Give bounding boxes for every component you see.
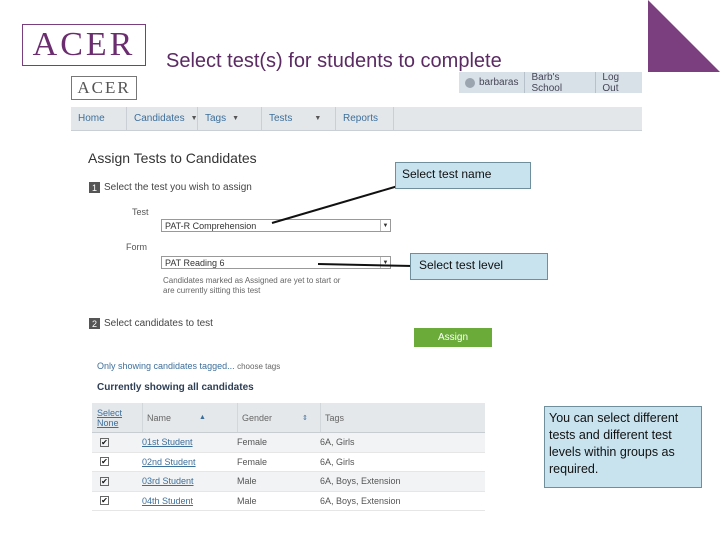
tags-column-header[interactable]: Tags (320, 403, 485, 432)
slide-title: Select test(s) for students to complete (166, 50, 502, 72)
dropdown-arrow-icon: ▼ (380, 257, 390, 268)
nav-tests[interactable]: Tests ▼ (262, 107, 336, 130)
school-link[interactable]: Barb's School (525, 72, 597, 94)
step-2-heading: 2 Select candidates to test (89, 318, 213, 329)
assign-button[interactable]: Assign (414, 328, 492, 347)
arrow-test-name (271, 185, 399, 224)
dropdown-arrow-icon: ▼ (380, 220, 390, 231)
showing-status: Currently showing all candidates (97, 382, 254, 393)
gender-cell: Female (237, 437, 268, 448)
acer-logo: ACER (22, 24, 146, 66)
nav-tags[interactable]: Tags ▼ (198, 107, 262, 130)
choose-tags-link[interactable]: choose tags (237, 362, 280, 371)
candidates-table: Select None Name ▲ Gender ⇕ Tags ✔ 01st … (92, 403, 485, 511)
callout-test-name: Select test name (395, 162, 531, 189)
tags-cell: 6A, Girls (320, 456, 355, 467)
row-checkbox[interactable]: ✔ (100, 496, 109, 506)
student-name-link[interactable]: 01st Student (142, 437, 193, 447)
form-note: Candidates marked as Assigned are yet to… (163, 276, 341, 295)
tags-cell: 6A, Boys, Extension (320, 495, 401, 506)
table-row: ✔ 03rd Student Male 6A, Boys, Extension (92, 472, 485, 492)
nav-candidates[interactable]: Candidates ▼ (127, 107, 198, 130)
nav-reports[interactable]: Reports (336, 107, 394, 130)
select-all-link[interactable]: Select (97, 408, 142, 418)
user-bar: barbaras Barb's School Log Out (459, 72, 642, 94)
corner-triangle-decoration (648, 0, 720, 72)
sort-asc-icon[interactable]: ▲ (199, 414, 206, 421)
chevron-down-icon: ▼ (232, 115, 240, 122)
gender-cell: Male (237, 476, 257, 487)
row-checkbox[interactable]: ✔ (100, 476, 109, 486)
name-column-header[interactable]: Name ▲ (142, 403, 237, 432)
select-header: Select None (92, 408, 142, 428)
app-logo[interactable]: ACER (71, 76, 137, 100)
tags-cell: 6A, Girls (320, 437, 355, 448)
test-label: Test (132, 207, 149, 217)
form-label: Form (126, 242, 147, 252)
student-name-link[interactable]: 02nd Student (142, 457, 196, 467)
nav-home[interactable]: Home (71, 107, 127, 130)
row-checkbox[interactable]: ✔ (100, 437, 109, 447)
gender-cell: Male (237, 495, 257, 506)
table-row: ✔ 01st Student Female 6A, Girls (92, 433, 485, 453)
table-row: ✔ 02nd Student Female 6A, Girls (92, 453, 485, 472)
chevron-down-icon: ▼ (190, 115, 198, 122)
step-1-heading: 1 Select the test you wish to assign (89, 182, 252, 193)
form-select[interactable]: PAT Reading 6 ▼ (161, 256, 391, 269)
callout-note: You can select different tests and diffe… (544, 406, 702, 488)
table-header: Select None Name ▲ Gender ⇕ Tags (92, 403, 485, 433)
tag-filter: Only showing candidates tagged... choose… (97, 361, 280, 371)
gender-column-header[interactable]: Gender ⇕ (237, 403, 320, 432)
select-none-link[interactable]: None (97, 418, 142, 428)
logout-link[interactable]: Log Out (596, 72, 642, 94)
chevron-down-icon: ▼ (314, 115, 322, 122)
callout-test-level: Select test level (410, 253, 548, 280)
test-select[interactable]: PAT-R Comprehension ▼ (161, 219, 391, 232)
user-account[interactable]: barbaras (459, 72, 526, 93)
page-title: Assign Tests to Candidates (88, 150, 257, 166)
table-row: ✔ 04th Student Male 6A, Boys, Extension (92, 492, 485, 511)
tag-filter-label: Only showing candidates tagged... (97, 361, 235, 371)
student-name-link[interactable]: 03rd Student (142, 476, 194, 486)
user-icon (465, 77, 475, 88)
gender-cell: Female (237, 456, 268, 467)
student-name-link[interactable]: 04th Student (142, 496, 193, 506)
tags-cell: 6A, Boys, Extension (320, 476, 401, 487)
row-checkbox[interactable]: ✔ (100, 457, 109, 467)
sort-icon[interactable]: ⇕ (302, 414, 308, 422)
main-nav: Home Candidates ▼ Tags ▼ Tests ▼ Reports (71, 107, 642, 131)
